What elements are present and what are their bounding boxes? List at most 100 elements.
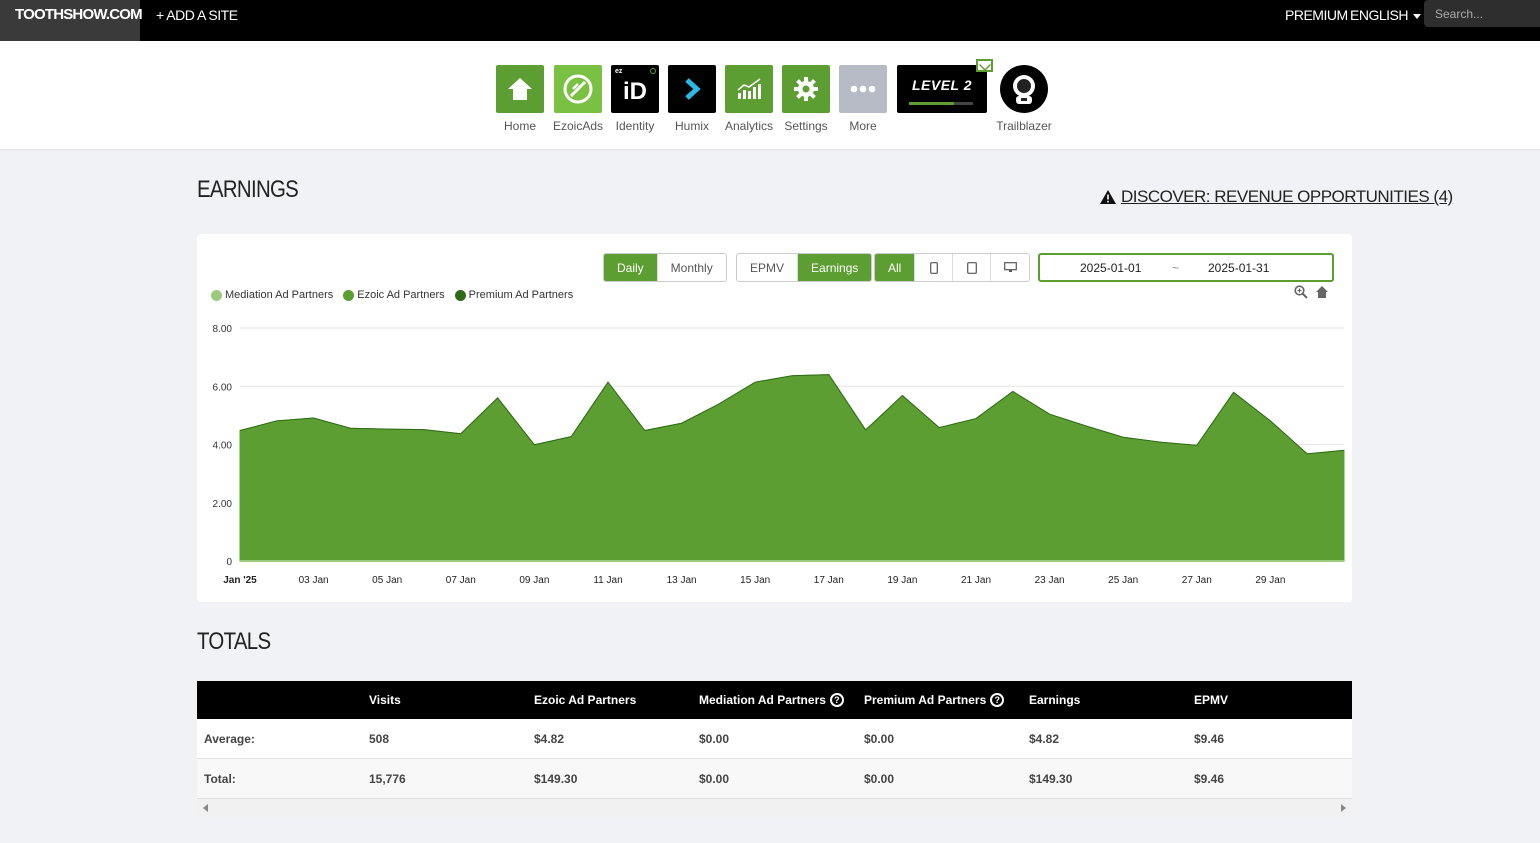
daily-button[interactable]: Daily — [604, 254, 658, 281]
reset-zoom-home-icon[interactable] — [1315, 285, 1329, 299]
date-range-picker[interactable]: 2025-01-01 ~ 2025-01-31 — [1038, 253, 1334, 282]
table-header: Visits Ezoic Ad Partners Mediation Ad Part… — [197, 681, 1352, 719]
totals-heading: TOTALS — [197, 628, 271, 655]
table-cell: 15,776 — [369, 771, 406, 786]
all-devices-button[interactable]: All — [875, 254, 916, 281]
app-label: Identity — [615, 119, 655, 133]
x-tick-label: 17 Jan — [814, 575, 844, 586]
horizontal-scrollbar[interactable] — [197, 799, 1352, 817]
x-tick-label: 15 Jan — [740, 575, 770, 586]
x-tick-label: 27 Jan — [1182, 575, 1212, 586]
earnings-area-chart: 0 2.00 4.00 6.00 8.00 Jan '25 03 Jan 05 Jan 07 J… — [213, 324, 1345, 586]
app-ezoicads[interactable]: EzoicAds — [548, 65, 608, 133]
app-home[interactable]: Home — [490, 65, 550, 133]
column-header-label: Mediation Ad Partners — [699, 693, 826, 707]
table-cell: $0.00 — [699, 731, 730, 746]
column-header: Mediation Ad Partners? — [699, 681, 844, 719]
table-cell: $0.00 — [864, 731, 895, 746]
column-header-label: Ezoic Ad Partners — [534, 693, 637, 707]
legend-swatch — [343, 289, 355, 301]
table-cell: $4.82 — [534, 731, 565, 746]
date-end[interactable]: 2025-01-31 — [1208, 261, 1269, 275]
app-label: Humix — [674, 119, 709, 133]
humix-icon — [668, 65, 716, 113]
app-humix[interactable]: Humix — [662, 65, 722, 133]
legend-item-ezoic[interactable]: Ezoic Ad Partners — [343, 289, 445, 301]
add-site-link[interactable]: + ADD A SITE — [156, 0, 238, 30]
level-badge[interactable]: LEVEL 2 — [897, 65, 987, 113]
legend-label: Ezoic Ad Partners — [357, 289, 445, 301]
table-cell: $4.82 — [1029, 731, 1060, 746]
column-header: Visits — [369, 681, 401, 719]
legend-item-mediation[interactable]: Mediation Ad Partners — [211, 289, 333, 301]
y-tick-label: 0 — [226, 557, 232, 568]
earnings-button[interactable]: Earnings — [798, 254, 872, 281]
x-tick-label: 11 Jan — [593, 575, 622, 586]
more-icon — [839, 65, 887, 113]
warning-icon — [1100, 190, 1116, 204]
app-identity[interactable]: ez iD Identity — [605, 65, 665, 133]
mobile-icon — [929, 261, 938, 274]
identity-text: iD — [623, 78, 647, 105]
y-tick-label: 2.00 — [213, 499, 233, 510]
monthly-button[interactable]: Monthly — [658, 254, 726, 281]
help-icon[interactable]: ? — [990, 693, 1005, 707]
site-name[interactable]: TOOTHSHOW.COM — [0, 0, 143, 41]
column-header-label: EPMV — [1194, 693, 1229, 707]
x-tick-label: 09 Jan — [519, 575, 549, 586]
date-start[interactable]: 2025-01-01 — [1080, 261, 1141, 275]
zoom-icon[interactable] — [1294, 285, 1308, 299]
app-settings[interactable]: Settings — [776, 65, 836, 133]
table-cell: $0.00 — [864, 771, 895, 786]
y-tick-label: 8.00 — [213, 324, 233, 335]
table-cell: $9.46 — [1194, 771, 1225, 786]
scroll-left-icon[interactable] — [203, 804, 208, 812]
mobile-button[interactable] — [915, 254, 954, 281]
home-icon — [496, 65, 544, 113]
x-tick-label: 13 Jan — [667, 575, 697, 586]
table-cell: 508 — [369, 731, 390, 746]
level-progress — [909, 102, 973, 105]
x-tick-label: 23 Jan — [1035, 575, 1065, 586]
y-tick-label: 4.00 — [213, 441, 233, 452]
trailblazer-badge[interactable]: Trailblazer — [994, 65, 1054, 133]
y-tick-label: 6.00 — [213, 382, 233, 393]
desktop-button[interactable] — [991, 254, 1029, 281]
device-toggle: All — [874, 253, 1031, 282]
search-input[interactable] — [1424, 0, 1540, 27]
legend-swatch — [454, 289, 466, 301]
table-cell: $149.30 — [1029, 771, 1073, 786]
discover-label: DISCOVER: REVENUE OPPORTUNITIES (4) — [1121, 187, 1453, 206]
top-bar: TOOTHSHOW.COM + ADD A SITE PREMIUM ENGLI… — [0, 0, 1540, 41]
x-tick-label: 25 Jan — [1108, 575, 1138, 586]
level-progress-fill — [909, 102, 954, 105]
app-label: Settings — [784, 119, 828, 133]
analytics-icon — [725, 65, 773, 113]
epmv-button[interactable]: EPMV — [737, 254, 799, 281]
app-analytics[interactable]: Analytics — [719, 65, 779, 133]
help-icon[interactable]: ? — [829, 693, 844, 707]
tablet-icon — [966, 261, 977, 274]
tablet-button[interactable] — [953, 254, 992, 281]
x-tick-label: 19 Jan — [887, 575, 917, 586]
mail-icon[interactable] — [976, 59, 993, 72]
language-dropdown[interactable]: ENGLISH — [1350, 0, 1421, 30]
legend-label: Mediation Ad Partners — [225, 289, 334, 301]
totals-table: Visits Ezoic Ad Partners Mediation Ad Part… — [197, 681, 1352, 817]
column-header: Ezoic Ad Partners — [534, 681, 636, 719]
legend-item-premium[interactable]: Premium Ad Partners — [454, 289, 573, 301]
scroll-right-icon[interactable] — [1341, 804, 1346, 812]
table-cell: Total: — [204, 771, 236, 786]
date-separator: ~ — [1172, 260, 1180, 275]
language-label: ENGLISH — [1350, 7, 1408, 23]
table-cell: $0.00 — [699, 771, 730, 786]
desktop-icon — [1003, 262, 1017, 272]
legend-swatch — [211, 289, 222, 301]
chart-legend: Mediation Ad Partners Ezoic Ad Partners … — [211, 289, 573, 301]
discover-link[interactable]: DISCOVER: REVENUE OPPORTUNITIES (4) — [1099, 187, 1453, 207]
app-label: More — [849, 119, 877, 133]
app-more[interactable]: More — [833, 65, 893, 133]
premium-link[interactable]: PREMIUM — [1285, 0, 1348, 30]
identity-dot-icon — [650, 68, 656, 74]
earnings-heading: EARNINGS — [197, 176, 299, 203]
